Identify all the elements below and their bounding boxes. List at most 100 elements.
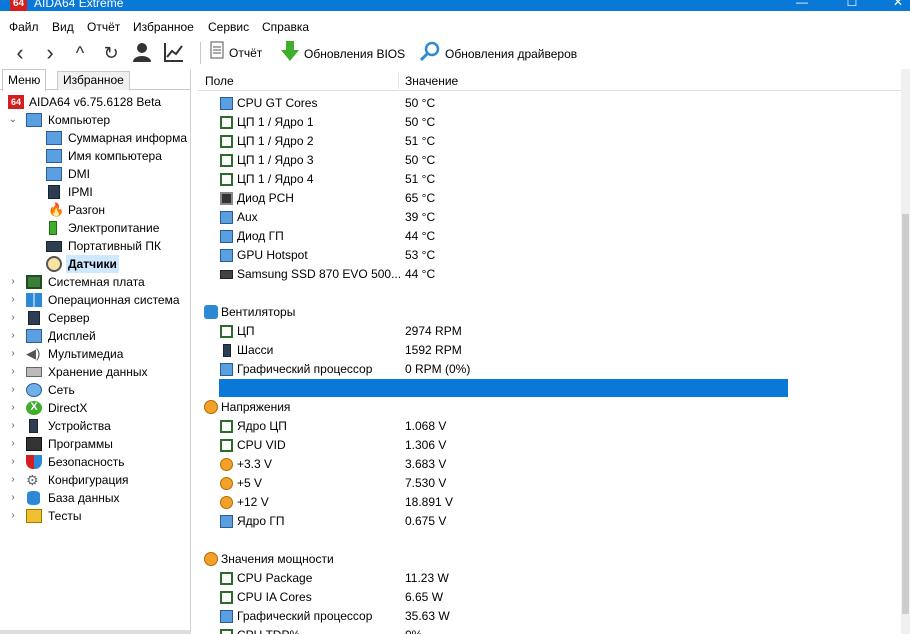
- expand-icon[interactable]: ›: [8, 363, 18, 381]
- tab-favorites[interactable]: Избранное: [57, 71, 130, 90]
- minimize-icon[interactable]: —: [792, 0, 812, 11]
- back-icon[interactable]: ‹: [8, 41, 32, 65]
- list-item[interactable]: GPU Hotspot 53 °C: [197, 246, 897, 265]
- tree-item-label: Суммарная информа: [68, 131, 187, 145]
- maximize-icon[interactable]: ☐: [842, 0, 862, 11]
- expand-icon[interactable]: ›: [8, 273, 18, 291]
- field-value: 50 °C: [405, 153, 436, 167]
- display-icon: [26, 329, 42, 343]
- list-item[interactable]: ЦП 1 / Ядро 2 51 °C: [197, 132, 897, 151]
- gear-icon: ⚙: [26, 472, 39, 488]
- field-value: 51 °C: [405, 134, 436, 148]
- cpu-chip-icon: [220, 591, 233, 604]
- field-label: +3.3 V: [237, 457, 273, 471]
- section-header-fans[interactable]: Вентиляторы: [197, 303, 897, 322]
- expand-icon[interactable]: ›: [8, 453, 18, 471]
- voltage-icon: [220, 458, 233, 471]
- monitor-icon: [46, 149, 62, 163]
- voltage-icon: [204, 400, 218, 414]
- bios-updates-button[interactable]: Обновления BIOS: [281, 41, 405, 65]
- menu-view[interactable]: Вид: [52, 20, 74, 34]
- collapse-icon[interactable]: ⌄: [8, 111, 18, 129]
- driver-updates-button[interactable]: Обновления драйверов: [419, 41, 577, 65]
- list-item[interactable]: Диод PCH 65 °C: [197, 189, 897, 208]
- field-label: Диод ГП: [237, 229, 284, 243]
- expand-icon[interactable]: ›: [8, 327, 18, 345]
- network-globe-icon: [26, 383, 42, 397]
- expand-icon[interactable]: ›: [8, 471, 18, 489]
- ssd-icon: [220, 270, 233, 279]
- list-item[interactable]: CPU GT Cores 50 °C: [197, 94, 897, 113]
- list-item[interactable]: +3.3 V 3.683 V: [197, 455, 897, 474]
- list-item[interactable]: CPU TDP% 0%: [197, 626, 897, 634]
- menu-help[interactable]: Справка: [262, 20, 309, 34]
- windows-icon: [26, 293, 42, 307]
- list-item[interactable]: CPU Package 11.23 W: [197, 569, 897, 588]
- column-divider[interactable]: [398, 73, 399, 89]
- tree-item-label: Имя компьютера: [68, 149, 162, 163]
- tree-item-computer[interactable]: ⌄ Компьютер: [8, 111, 188, 129]
- field-value: 35.63 W: [405, 609, 450, 623]
- list-item[interactable]: Диод ГП 44 °C: [197, 227, 897, 246]
- expand-icon[interactable]: ›: [8, 435, 18, 453]
- list-item[interactable]: Графический процессор 0 RPM (0%): [197, 360, 897, 379]
- field-label: CPU TDP%: [237, 626, 300, 634]
- section-header-power[interactable]: Значения мощности: [197, 550, 897, 569]
- field-label: Шасси: [237, 343, 274, 357]
- list-item[interactable]: +12 V 18.891 V: [197, 493, 897, 512]
- tab-menu[interactable]: Меню: [2, 69, 47, 91]
- field-label: Samsung SSD 870 EVO 500...: [237, 267, 402, 281]
- expand-icon[interactable]: ›: [8, 399, 18, 417]
- expand-icon[interactable]: ›: [8, 381, 18, 399]
- up-icon[interactable]: ^: [68, 41, 92, 65]
- list-item[interactable]: Графический процессор 35.63 W: [197, 607, 897, 626]
- vertical-scrollbar[interactable]: [901, 69, 910, 634]
- user-icon[interactable]: [130, 41, 154, 65]
- list-item[interactable]: ЦП 1 / Ядро 4 51 °C: [197, 170, 897, 189]
- field-label: ЦП 1 / Ядро 1: [237, 115, 314, 129]
- expand-icon[interactable]: ›: [8, 507, 18, 525]
- expand-icon[interactable]: ›: [8, 291, 18, 309]
- expand-icon[interactable]: ›: [8, 345, 18, 363]
- selected-row-highlight[interactable]: [219, 379, 788, 397]
- section-header-voltages[interactable]: Напряжения: [197, 398, 897, 417]
- tree-item-label: Портативный ПК: [68, 239, 161, 253]
- field-value: 18.891 V: [405, 495, 454, 509]
- field-label: +12 V: [237, 495, 269, 509]
- menu-service[interactable]: Сервис: [208, 20, 249, 34]
- tree-item-label: Сеть: [48, 383, 75, 397]
- menu-report[interactable]: Отчёт: [87, 20, 120, 34]
- list-item[interactable]: +5 V 7.530 V: [197, 474, 897, 493]
- forward-icon[interactable]: ›: [38, 41, 62, 65]
- tree-item-label: Разгон: [68, 203, 106, 217]
- menu-file[interactable]: Файл: [9, 20, 39, 34]
- list-item[interactable]: ЦП 2974 RPM: [197, 322, 897, 341]
- horizontal-scrollbar[interactable]: [0, 630, 191, 634]
- tree-item-label: DirectX: [48, 401, 88, 415]
- monitor-icon: [220, 515, 233, 528]
- column-header-field[interactable]: Поле: [205, 71, 234, 91]
- list-item[interactable]: CPU VID 1.306 V: [197, 436, 897, 455]
- expand-icon[interactable]: ›: [8, 417, 18, 435]
- list-item[interactable]: ЦП 1 / Ядро 1 50 °C: [197, 113, 897, 132]
- field-value: 65 °C: [405, 191, 436, 205]
- document-icon: [210, 41, 224, 67]
- list-item[interactable]: Ядро ЦП 1.068 V: [197, 417, 897, 436]
- expand-icon[interactable]: ›: [8, 309, 18, 327]
- refresh-icon[interactable]: ↻: [99, 41, 123, 65]
- scrollbar-thumb[interactable]: [902, 214, 909, 614]
- field-label: Ядро ЦП: [237, 419, 287, 433]
- column-header-value[interactable]: Значение: [405, 71, 458, 91]
- list-item[interactable]: ЦП 1 / Ядро 3 50 °C: [197, 151, 897, 170]
- report-button[interactable]: Отчёт: [210, 41, 262, 65]
- tree-item-label: Сервер: [48, 311, 90, 325]
- chart-icon[interactable]: [162, 41, 186, 65]
- close-icon[interactable]: ✕: [888, 0, 908, 11]
- list-item[interactable]: Шасси 1592 RPM: [197, 341, 897, 360]
- menu-favorites[interactable]: Избранное: [133, 20, 194, 34]
- list-item[interactable]: CPU IA Cores 6.65 W: [197, 588, 897, 607]
- list-item[interactable]: Ядро ГП 0.675 V: [197, 512, 897, 531]
- expand-icon[interactable]: ›: [8, 489, 18, 507]
- list-item[interactable]: Aux 39 °C: [197, 208, 897, 227]
- list-item[interactable]: Samsung SSD 870 EVO 500... 44 °C: [197, 265, 897, 284]
